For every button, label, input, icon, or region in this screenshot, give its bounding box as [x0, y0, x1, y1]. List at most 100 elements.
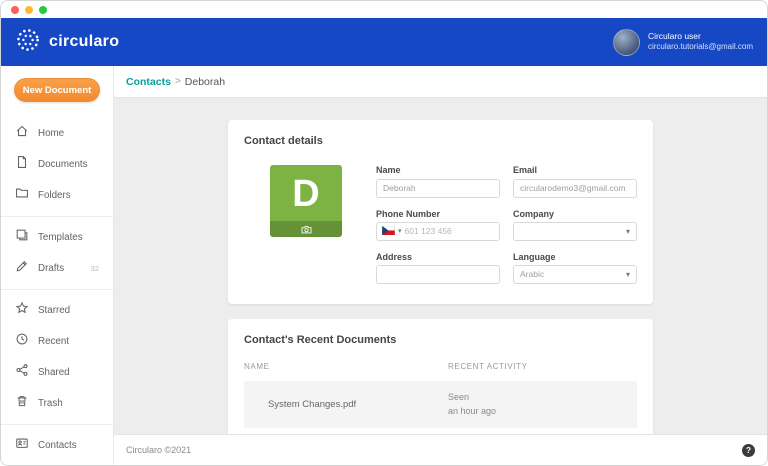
contact-form: Name Email Phone Number [376, 165, 637, 284]
chevron-down-icon: ▾ [626, 270, 630, 279]
breadcrumb-separator: > [175, 76, 181, 87]
address-label: Address [376, 252, 500, 262]
czech-flag-icon[interactable] [382, 222, 395, 240]
phone-input-wrap: ▾ [376, 222, 500, 241]
contacts-icon [15, 436, 29, 455]
contact-details-card: Contact details D Name [228, 120, 653, 304]
sidebar-item-trash[interactable]: Trash [1, 388, 113, 419]
language-field-group: Language Arabic ▾ [513, 252, 637, 285]
sidebar-item-templates[interactable]: Templates [1, 222, 113, 253]
user-name: Circularo user [648, 31, 753, 42]
contact-avatar[interactable]: D [270, 165, 342, 237]
phone-input[interactable] [405, 226, 494, 236]
sidebar-item-label: Shared [38, 367, 70, 378]
phone-label: Phone Number [376, 209, 500, 219]
star-icon [15, 301, 29, 320]
email-input[interactable] [513, 179, 637, 198]
contact-details-title: Contact details [244, 135, 637, 147]
help-button[interactable]: ? [742, 444, 755, 457]
company-select[interactable]: ▾ [513, 222, 637, 241]
home-icon [15, 124, 29, 143]
name-label: Name [376, 165, 500, 175]
clock-icon [15, 332, 29, 351]
recent-documents-table: NAME RECENT ACTIVITY System Changes.pdf … [244, 362, 637, 428]
breadcrumb: Contacts > Deborah [114, 66, 767, 98]
column-header-activity: RECENT ACTIVITY [448, 362, 637, 371]
recent-documents-title: Contact's Recent Documents [244, 334, 637, 346]
footer: Circularo ©2021 ? [114, 434, 767, 465]
name-input[interactable] [376, 179, 500, 198]
document-activity: Seen an hour ago [448, 391, 637, 418]
camera-icon[interactable] [270, 221, 342, 237]
language-select[interactable]: Arabic ▾ [513, 265, 637, 284]
sidebar-divider [1, 216, 113, 217]
close-window-button[interactable] [11, 6, 19, 14]
sidebar-item-label: Recent [38, 336, 69, 347]
sidebar-item-starred[interactable]: Starred [1, 295, 113, 326]
app-body: New Document Home Documents Folders [1, 66, 767, 465]
address-field-group: Address [376, 252, 500, 285]
sidebar-item-recent[interactable]: Recent [1, 326, 113, 357]
share-icon [15, 363, 29, 382]
drafts-count-badge: 32 [91, 264, 99, 273]
sidebar-item-label: Starred [38, 305, 70, 316]
sidebar-item-label: Trash [38, 398, 63, 409]
folder-icon [15, 186, 29, 205]
contact-avatar-letter: D [270, 165, 342, 223]
logo[interactable]: circularo [15, 27, 119, 58]
sidebar-divider [1, 289, 113, 290]
drafts-icon [15, 259, 29, 278]
templates-icon [15, 228, 29, 247]
chevron-down-icon: ▾ [626, 227, 630, 236]
country-caret-icon[interactable]: ▾ [398, 227, 402, 235]
main-area: Contacts > Deborah Contact details D [114, 66, 767, 465]
activity-status: Seen [448, 391, 637, 405]
minimize-window-button[interactable] [25, 6, 33, 14]
sidebar-divider [1, 424, 113, 425]
user-info: Circularo user circularo.tutorials@gmail… [648, 31, 753, 53]
company-field-group: Company ▾ [513, 209, 637, 241]
company-label: Company [513, 209, 637, 219]
column-header-name: NAME [244, 362, 448, 371]
document-name: System Changes.pdf [244, 399, 448, 410]
app-window: circularo Circularo user circularo.tutor… [0, 0, 768, 466]
copyright-text: Circularo ©2021 [126, 445, 191, 455]
name-field-group: Name [376, 165, 500, 198]
sidebar-item-drafts[interactable]: Drafts 32 [1, 253, 113, 284]
sidebar-item-contacts[interactable]: Contacts [1, 430, 113, 461]
sidebar-item-shared[interactable]: Shared [1, 357, 113, 388]
user-avatar [613, 29, 640, 56]
sidebar-item-label: Drafts [38, 263, 64, 274]
sidebar-item-home[interactable]: Home [1, 118, 113, 149]
user-email: circularo.tutorials@gmail.com [648, 42, 753, 53]
sidebar: New Document Home Documents Folders [1, 66, 114, 465]
table-row[interactable]: System Changes.pdf Seen an hour ago [244, 381, 637, 428]
recent-documents-card: Contact's Recent Documents NAME RECENT A… [228, 319, 653, 434]
sidebar-item-label: Documents [38, 159, 88, 170]
sidebar-item-label: Contacts [38, 440, 77, 451]
new-document-button[interactable]: New Document [14, 78, 100, 102]
maximize-window-button[interactable] [39, 6, 47, 14]
logo-text: circularo [49, 33, 119, 51]
user-menu[interactable]: Circularo user circularo.tutorials@gmail… [613, 29, 753, 56]
activity-time: an hour ago [448, 405, 637, 419]
language-label: Language [513, 252, 637, 262]
circularo-logo-icon [15, 27, 41, 58]
content-area: Contact details D Name [114, 98, 767, 434]
language-value: Arabic [520, 269, 626, 279]
breadcrumb-contacts-link[interactable]: Contacts [126, 76, 171, 88]
email-label: Email [513, 165, 637, 175]
breadcrumb-current: Deborah [185, 76, 225, 88]
phone-field-group: Phone Number ▾ [376, 209, 500, 241]
trash-icon [15, 394, 29, 413]
window-titlebar [1, 1, 767, 18]
document-icon [15, 155, 29, 174]
sidebar-item-label: Home [38, 128, 64, 139]
sidebar-item-label: Templates [38, 232, 83, 243]
table-header-row: NAME RECENT ACTIVITY [244, 362, 637, 381]
sidebar-item-documents[interactable]: Documents [1, 149, 113, 180]
address-input[interactable] [376, 265, 500, 284]
sidebar-item-folders[interactable]: Folders [1, 180, 113, 211]
app-header: circularo Circularo user circularo.tutor… [1, 18, 767, 66]
email-field-group: Email [513, 165, 637, 198]
